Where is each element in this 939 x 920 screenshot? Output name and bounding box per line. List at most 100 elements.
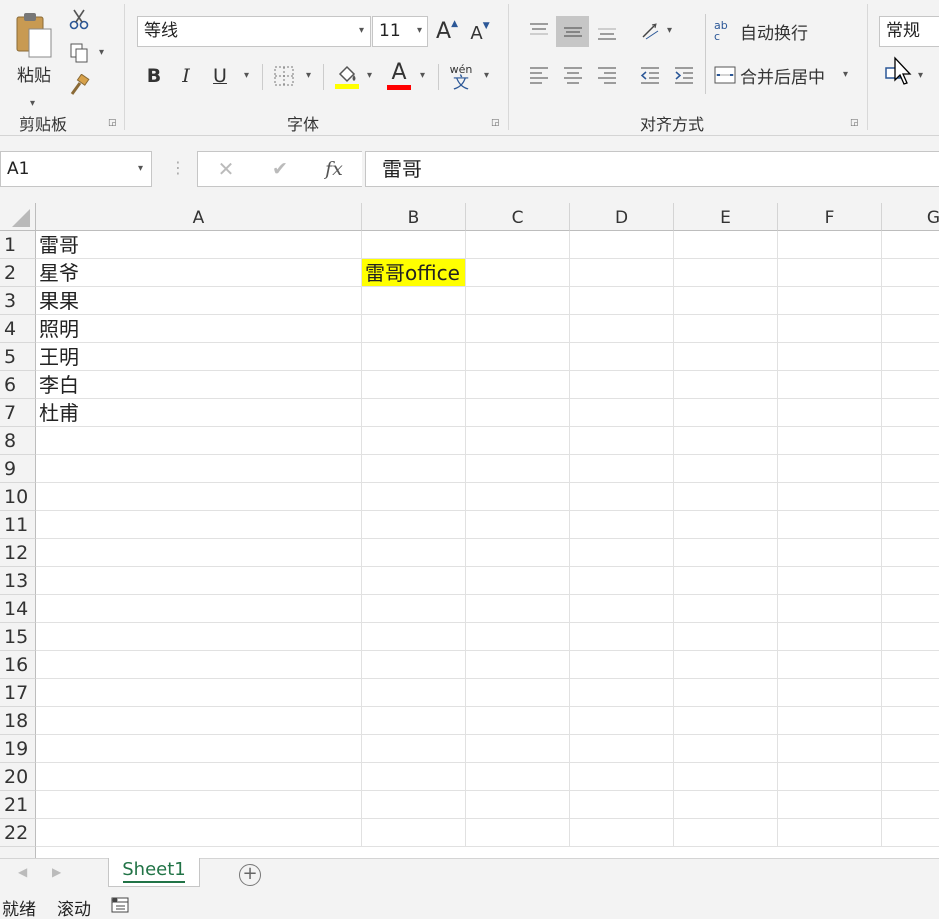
formula-input[interactable]: 雷哥 — [365, 151, 939, 187]
cancel-edit-icon[interactable]: ✕ — [212, 155, 240, 183]
cell-a2[interactable]: 星爷 — [36, 259, 362, 287]
row-header-12[interactable]: 12 — [0, 539, 36, 567]
bold-button[interactable]: B — [142, 62, 166, 90]
cell-e19[interactable] — [674, 735, 778, 763]
align-middle-button[interactable] — [556, 16, 589, 47]
cell-c3[interactable] — [466, 287, 570, 315]
cell-g8[interactable] — [882, 427, 939, 455]
cell-e14[interactable] — [674, 595, 778, 623]
font-color-button[interactable]: A — [385, 58, 413, 92]
cell-d19[interactable] — [570, 735, 674, 763]
cell-c9[interactable] — [466, 455, 570, 483]
cell-c1[interactable] — [466, 231, 570, 259]
cell-b17[interactable] — [362, 679, 466, 707]
cell-g19[interactable] — [882, 735, 939, 763]
align-left-button[interactable] — [524, 60, 554, 90]
row-header-13[interactable]: 13 — [0, 567, 36, 595]
cell-e22[interactable] — [674, 819, 778, 847]
cell-e20[interactable] — [674, 763, 778, 791]
cell-f7[interactable] — [778, 399, 882, 427]
cell-g4[interactable] — [882, 315, 939, 343]
cell-e2[interactable] — [674, 259, 778, 287]
cell-d21[interactable] — [570, 791, 674, 819]
cell-e8[interactable] — [674, 427, 778, 455]
cell-f12[interactable] — [778, 539, 882, 567]
row-header-17[interactable]: 17 — [0, 679, 36, 707]
underline-dropdown-icon[interactable]: ▾ — [244, 70, 249, 81]
cell-d10[interactable] — [570, 483, 674, 511]
cell-b9[interactable] — [362, 455, 466, 483]
orientation-button[interactable] — [637, 16, 665, 46]
align-top-button[interactable] — [524, 16, 554, 46]
row-header-9[interactable]: 9 — [0, 455, 36, 483]
cell-c12[interactable] — [466, 539, 570, 567]
cell-b8[interactable] — [362, 427, 466, 455]
cell-c10[interactable] — [466, 483, 570, 511]
cell-b20[interactable] — [362, 763, 466, 791]
cell-b10[interactable] — [362, 483, 466, 511]
cell-b12[interactable] — [362, 539, 466, 567]
accounting-dropdown-icon[interactable]: ▾ — [918, 70, 923, 81]
alignment-launcher-icon[interactable]: ◲ — [850, 118, 860, 128]
cell-e11[interactable] — [674, 511, 778, 539]
cell-d12[interactable] — [570, 539, 674, 567]
cell-c6[interactable] — [466, 371, 570, 399]
cell-a17[interactable] — [36, 679, 362, 707]
cut-button[interactable] — [66, 6, 92, 32]
paste-button[interactable]: 粘贴 — [8, 6, 60, 90]
number-format-input[interactable]: 常规 — [879, 16, 939, 47]
scroll-tabs-right-icon[interactable]: ▶ — [52, 865, 61, 879]
cell-g6[interactable] — [882, 371, 939, 399]
cell-e18[interactable] — [674, 707, 778, 735]
cell-f13[interactable] — [778, 567, 882, 595]
cell-d2[interactable] — [570, 259, 674, 287]
row-header-1[interactable]: 1 — [0, 231, 36, 259]
cell-d6[interactable] — [570, 371, 674, 399]
cell-c4[interactable] — [466, 315, 570, 343]
cell-g18[interactable] — [882, 707, 939, 735]
cell-e3[interactable] — [674, 287, 778, 315]
cell-a9[interactable] — [36, 455, 362, 483]
cell-f15[interactable] — [778, 623, 882, 651]
cell-b2[interactable]: 雷哥office — [362, 259, 466, 287]
font-name-input[interactable]: 等线 ▾ — [137, 16, 371, 47]
cell-b16[interactable] — [362, 651, 466, 679]
cell-b19[interactable] — [362, 735, 466, 763]
cell-d5[interactable] — [570, 343, 674, 371]
copy-button[interactable] — [66, 40, 92, 66]
cell-e15[interactable] — [674, 623, 778, 651]
cell-b7[interactable] — [362, 399, 466, 427]
cell-e7[interactable] — [674, 399, 778, 427]
cell-e5[interactable] — [674, 343, 778, 371]
cell-c22[interactable] — [466, 819, 570, 847]
row-header-19[interactable]: 19 — [0, 735, 36, 763]
cell-d4[interactable] — [570, 315, 674, 343]
cell-b13[interactable] — [362, 567, 466, 595]
cell-a11[interactable] — [36, 511, 362, 539]
row-header-15[interactable]: 15 — [0, 623, 36, 651]
cell-f19[interactable] — [778, 735, 882, 763]
cell-f21[interactable] — [778, 791, 882, 819]
cell-f3[interactable] — [778, 287, 882, 315]
cell-b22[interactable] — [362, 819, 466, 847]
cell-g22[interactable] — [882, 819, 939, 847]
align-center-button[interactable] — [558, 60, 588, 90]
row-header-5[interactable]: 5 — [0, 343, 36, 371]
cell-d11[interactable] — [570, 511, 674, 539]
cell-e4[interactable] — [674, 315, 778, 343]
row-header-10[interactable]: 10 — [0, 483, 36, 511]
cell-c20[interactable] — [466, 763, 570, 791]
cell-e16[interactable] — [674, 651, 778, 679]
insert-function-icon[interactable]: fx — [320, 155, 348, 183]
cell-e12[interactable] — [674, 539, 778, 567]
cell-a14[interactable] — [36, 595, 362, 623]
cell-d1[interactable] — [570, 231, 674, 259]
cell-g5[interactable] — [882, 343, 939, 371]
cell-g21[interactable] — [882, 791, 939, 819]
row-header-14[interactable]: 14 — [0, 595, 36, 623]
cell-a6[interactable]: 李白 — [36, 371, 362, 399]
cell-a5[interactable]: 王明 — [36, 343, 362, 371]
cell-d14[interactable] — [570, 595, 674, 623]
cell-d15[interactable] — [570, 623, 674, 651]
phonetic-dropdown-icon[interactable]: ▾ — [484, 70, 489, 81]
